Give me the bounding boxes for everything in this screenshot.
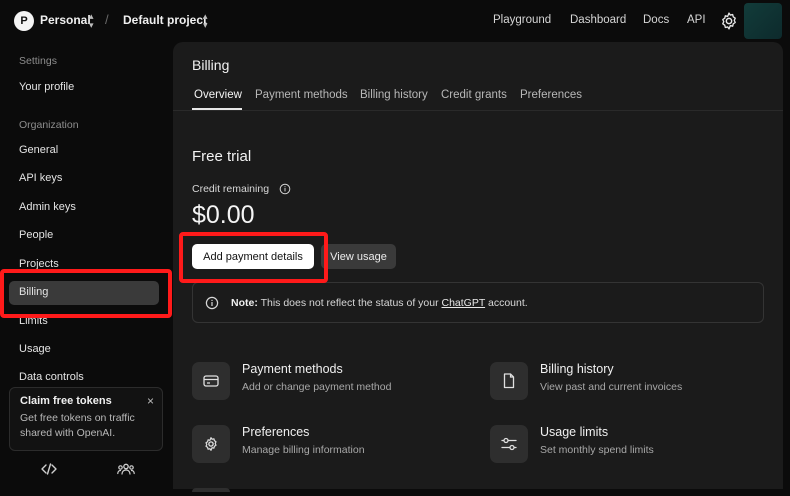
tab-preferences[interactable]: Preferences: [520, 89, 582, 101]
community-icon[interactable]: [117, 463, 135, 478]
credit-amount: $0.00: [192, 201, 255, 229]
breadcrumb-separator: /: [105, 12, 109, 27]
credit-card-icon: [192, 362, 230, 400]
card-description: Manage billing information: [242, 444, 365, 456]
sidebar-item-general[interactable]: General: [19, 144, 58, 156]
card-title: Billing history: [540, 362, 614, 376]
gear-icon: [192, 425, 230, 463]
chevron-updown-icon[interactable]: ▴ ▾: [89, 12, 94, 30]
card-description: View past and current invoices: [540, 381, 683, 393]
card-icon-peek: [192, 488, 230, 492]
chevron-updown-icon[interactable]: ▴ ▾: [203, 12, 208, 30]
tab-overview[interactable]: Overview: [194, 89, 242, 101]
sidebar-item-data-controls[interactable]: Data controls: [19, 371, 84, 383]
tab-credit-grants[interactable]: Credit grants: [441, 89, 507, 101]
card-title: Preferences: [242, 425, 310, 439]
add-payment-details-button[interactable]: Add payment details: [192, 244, 314, 269]
note-prefix: Note:: [231, 297, 258, 309]
user-avatar[interactable]: [744, 3, 782, 39]
nav-dashboard[interactable]: Dashboard: [570, 14, 626, 26]
billing-panel: Billing Overview Payment methods Billing…: [173, 42, 783, 492]
card-title: Usage limits: [540, 425, 609, 439]
tab-divider: [173, 110, 783, 111]
claim-tokens-title: Claim free tokens: [20, 395, 112, 407]
sliders-icon: [490, 425, 528, 463]
plan-title: Free trial: [192, 148, 252, 165]
document-icon: [490, 362, 528, 400]
sidebar-item-limits[interactable]: Limits: [19, 315, 48, 327]
sidebar-item-admin-keys[interactable]: Admin keys: [19, 201, 76, 213]
note-text: Note: This does not reflect the status o…: [231, 297, 528, 309]
card-preferences[interactable]: Preferences Manage billing information: [192, 425, 462, 465]
card-billing-history[interactable]: Billing history View past and current in…: [490, 362, 760, 402]
view-usage-button[interactable]: View usage: [321, 244, 396, 269]
close-icon[interactable]: ×: [147, 394, 154, 408]
nav-api[interactable]: API: [687, 14, 706, 26]
sidebar-item-billing[interactable]: Billing: [19, 286, 48, 298]
claim-tokens-card[interactable]: Claim free tokens × Get free tokens on t…: [9, 387, 163, 451]
card-payment-methods[interactable]: Payment methods Add or change payment me…: [192, 362, 462, 402]
card-description: Set monthly spend limits: [540, 444, 654, 456]
nav-docs[interactable]: Docs: [643, 14, 669, 26]
top-bar: P Personal ▴ ▾ / Default project ▴ ▾ Playg…: [0, 0, 790, 42]
tab-payment-methods[interactable]: Payment methods: [255, 89, 348, 101]
sidebar-heading-organization: Organization: [19, 119, 79, 131]
sidebar-item-usage[interactable]: Usage: [19, 343, 51, 355]
sidebar-heading-settings: Settings: [19, 55, 57, 67]
info-icon[interactable]: [279, 183, 291, 195]
card-usage-limits[interactable]: Usage limits Set monthly spend limits: [490, 425, 760, 465]
claim-tokens-body: Get free tokens on traffic shared with O…: [20, 412, 135, 439]
settings-gear-icon[interactable]: [719, 11, 739, 31]
sidebar-item-projects[interactable]: Projects: [19, 258, 59, 270]
info-icon: [205, 296, 219, 310]
chatgpt-link[interactable]: ChatGPT: [442, 297, 486, 309]
code-icon[interactable]: [41, 463, 57, 478]
card-title: Payment methods: [242, 362, 343, 376]
note-body: This does not reflect the status of your: [257, 297, 442, 309]
nav-playground[interactable]: Playground: [493, 14, 551, 26]
org-switcher[interactable]: Personal: [40, 13, 91, 27]
note-banner: Note: This does not reflect the status o…: [192, 282, 764, 323]
sidebar-item-your-profile[interactable]: Your profile: [19, 81, 74, 93]
card-description: Add or change payment method: [242, 381, 392, 393]
project-switcher[interactable]: Default project: [123, 13, 207, 27]
sidebar-item-api-keys[interactable]: API keys: [19, 172, 62, 184]
org-avatar[interactable]: P: [14, 11, 34, 31]
sidebar: Settings Your profile Organization Gener…: [0, 42, 172, 496]
note-suffix: account.: [485, 297, 528, 309]
page-title: Billing: [192, 57, 230, 73]
sidebar-item-people[interactable]: People: [19, 229, 53, 241]
tab-billing-history[interactable]: Billing history: [360, 89, 428, 101]
credit-label: Credit remaining: [192, 183, 270, 195]
